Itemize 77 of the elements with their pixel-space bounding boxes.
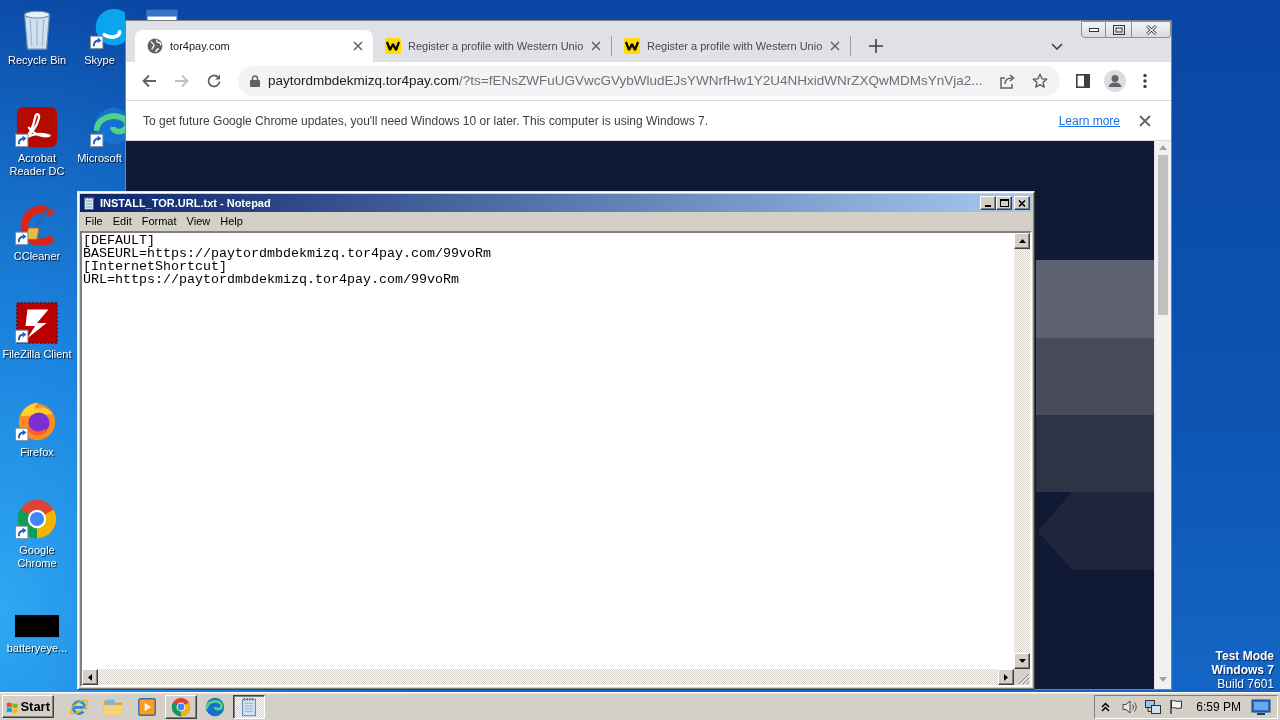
learn-more-link[interactable]: Learn more xyxy=(1058,111,1120,130)
notice-text: Windows 7 xyxy=(1211,663,1274,677)
lock-icon xyxy=(250,75,260,87)
speaker-icon[interactable] xyxy=(1122,698,1139,715)
icon-label[interactable]: Skype xyxy=(84,54,115,67)
left-triangle-icon xyxy=(88,673,92,681)
notice-text: Build 7601 xyxy=(1216,677,1274,691)
scrollbar-thumb[interactable] xyxy=(1158,155,1168,315)
scroll-left-button[interactable] xyxy=(82,669,98,685)
start-button[interactable]: Start xyxy=(2,695,54,718)
text-line: URL=https://paytordmbdekmizq.tor4pay.com/99voRm xyxy=(83,273,459,286)
close-icon[interactable] xyxy=(830,41,840,51)
close-icon[interactable] xyxy=(353,41,363,51)
notice-text: Test Mode xyxy=(1214,649,1274,663)
avatar-icon[interactable] xyxy=(1104,70,1126,92)
text-line: BASEURL=https://paytordmbdekmizq.tor4pay.com/99voRm xyxy=(83,247,491,260)
taskbar-button[interactable] xyxy=(233,694,265,719)
menu-icon[interactable] xyxy=(1143,73,1147,89)
resize-grip-icon[interactable] xyxy=(1018,673,1030,685)
notepad-icon xyxy=(82,196,96,210)
browser-tab[interactable]: Register a profile with Western Unio xyxy=(612,30,850,62)
chevron-down-icon[interactable] xyxy=(1051,43,1063,50)
icon-label[interactable]: Recycle Bin xyxy=(7,54,67,67)
minimize-icon xyxy=(1088,27,1099,32)
menu-item[interactable]: Format xyxy=(136,213,182,230)
restore-icon xyxy=(1112,24,1125,35)
down-triangle-icon xyxy=(1018,659,1026,663)
up-triangle-icon xyxy=(1018,239,1026,243)
icon-label[interactable]: FileZilla Client xyxy=(2,348,72,361)
close-icon xyxy=(1144,24,1158,35)
address-bar[interactable]: paytordmbdekmizq.tor4pay.com/?ts=fENsZWFuUGVwcGVybWludEJsYWNrfHw1Y2U4NHxidWNrZXQwMDMsYnVja2... xyxy=(238,66,1060,96)
icon-label[interactable]: Acrobat Reader DC xyxy=(0,152,74,178)
menu-item[interactable]: File xyxy=(80,213,108,230)
segmented-circle-icon xyxy=(170,695,192,718)
swirl-tile-icon[interactable] xyxy=(14,104,60,150)
zigzag-tile-icon xyxy=(385,38,401,54)
text-editor-field[interactable]: [DEFAULT] BASEURL=https://paytordmbdekmizq.tor4pay.com/99voRm [InternetShortcut] URL=https://paytordmbdekmizq.tor4pay.com/99voRm xyxy=(82,233,1014,669)
flag-icon[interactable] xyxy=(1168,698,1185,715)
icon-label[interactable]: Microsoft xyxy=(77,152,122,165)
minimize-button[interactable] xyxy=(1081,21,1106,38)
back-arrow-icon[interactable] xyxy=(141,73,157,89)
scroll-right-button[interactable] xyxy=(998,669,1014,685)
maximize-button[interactable] xyxy=(996,196,1012,210)
horizontal-scrollbar[interactable] xyxy=(82,669,1014,685)
scroll-down-button[interactable] xyxy=(1014,653,1030,669)
icon-label[interactable]: CCleaner xyxy=(13,250,61,263)
network-icon[interactable] xyxy=(1144,698,1163,715)
scroll-up-button[interactable] xyxy=(1014,233,1030,249)
close-icon[interactable] xyxy=(591,41,601,51)
swirl-icon xyxy=(204,695,226,718)
browser-tab[interactable]: tor4pay.com xyxy=(135,30,373,62)
star-icon[interactable] xyxy=(1032,73,1048,89)
plus-icon[interactable] xyxy=(869,39,883,53)
globe-icon xyxy=(147,38,163,54)
reload-icon[interactable] xyxy=(206,73,222,89)
monitor-icon[interactable] xyxy=(1251,698,1271,715)
menu-item[interactable]: View xyxy=(181,213,216,230)
side-panel-icon[interactable] xyxy=(1076,74,1090,88)
close-icon xyxy=(1018,199,1026,207)
clock[interactable]: 6:59 PM xyxy=(1196,697,1241,716)
menu-item[interactable]: Help xyxy=(215,213,248,230)
bubble-icon[interactable] xyxy=(88,6,125,52)
share-icon[interactable] xyxy=(999,73,1015,89)
vertical-scrollbar[interactable] xyxy=(1014,233,1030,669)
menu-item[interactable]: Edit xyxy=(107,213,137,230)
close-icon[interactable] xyxy=(1139,114,1151,127)
infobar-message: To get future Google Chrome updates, you'll need Windows 10 or later. This computer is using Windows 7. xyxy=(143,112,710,130)
chevron-up-icon[interactable] xyxy=(1101,701,1111,712)
text-line: [DEFAULT] xyxy=(83,234,155,247)
maximize-icon xyxy=(999,199,1009,207)
window-title: INSTALL_TOR.URL.txt - Notepad xyxy=(100,195,272,211)
text-line: [InternetShortcut] xyxy=(83,260,227,273)
restore-button[interactable] xyxy=(1106,21,1132,38)
browser-tab[interactable]: Register a profile with Western Unio xyxy=(373,30,611,62)
zigzag-tile-icon xyxy=(624,38,640,54)
bolt-tile-icon[interactable] xyxy=(14,300,60,346)
right-triangle-icon xyxy=(1004,673,1008,681)
